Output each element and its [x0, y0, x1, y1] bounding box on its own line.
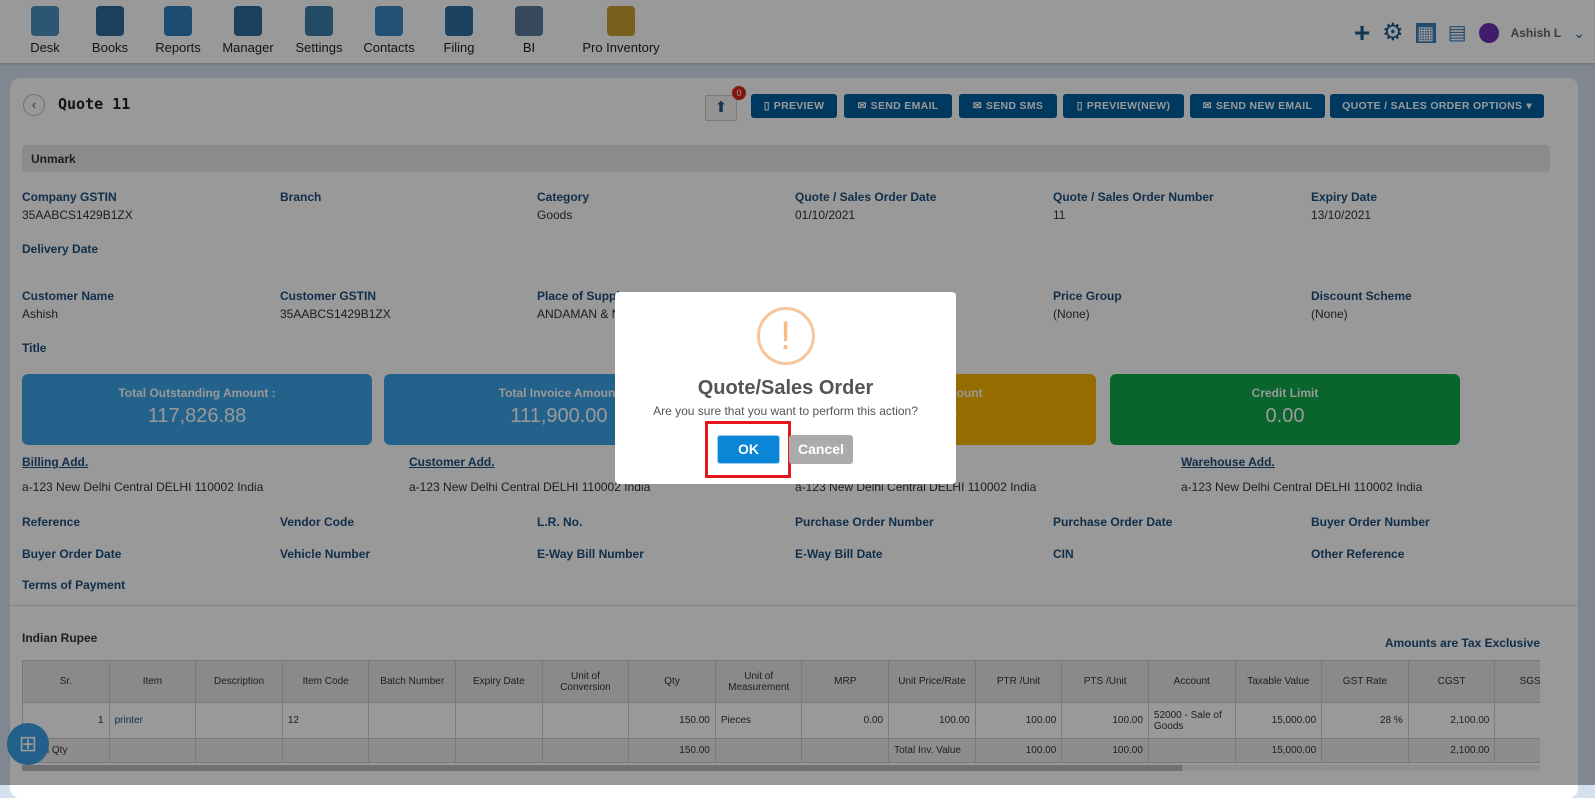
cancel-button[interactable]: Cancel: [789, 435, 853, 464]
confirm-dialog: ! Quote/Sales Order Are you sure that yo…: [615, 292, 956, 484]
ok-button[interactable]: OK: [717, 435, 780, 464]
dialog-message: Are you sure that you want to perform th…: [653, 404, 918, 418]
warning-icon: !: [756, 307, 815, 365]
dialog-title: Quote/Sales Order: [697, 377, 874, 399]
